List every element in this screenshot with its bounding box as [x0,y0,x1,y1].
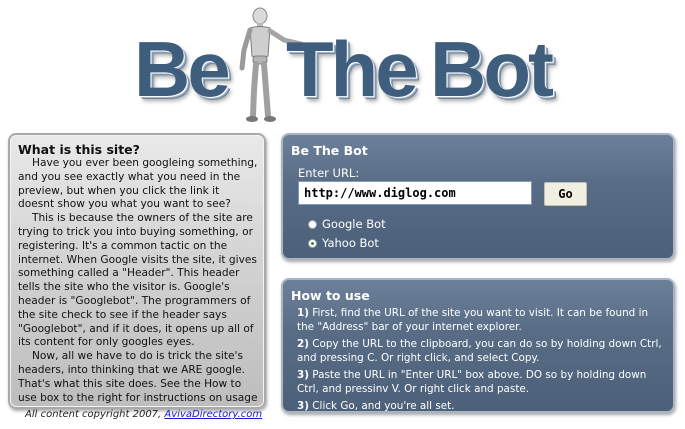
how-to-step: 1) First, find the URL of the site you w… [297,307,667,334]
about-paragraph: This is because the owners of the site a… [18,212,257,349]
copyright-footer: All content copyright 2007, AvivaDirecto… [25,409,262,420]
logo-word-the: The [286,25,419,113]
how-to-title: How to use [291,288,370,303]
about-title: What is this site? [18,142,140,157]
url-label: Enter URL: [298,166,360,180]
copyright-text: All content copyright 2007, [25,409,162,420]
how-to-step: 3) Click Go, and you're all set. [297,400,667,412]
how-to-step: 2) Copy the URL to the clipboard, you ca… [297,338,667,365]
site-logo: Be The Bot [130,6,560,124]
radio-label: Google Bot [322,217,386,231]
step-text: Paste the URL in "Enter URL" box above. … [297,369,647,395]
radio-selected-icon[interactable] [308,238,317,248]
bot-form-panel: Be The Bot Enter URL: Go Google Bot Yaho… [281,133,675,260]
step-number: 3) [297,369,309,381]
radio-yahoo-bot[interactable]: Yahoo Bot [308,236,379,250]
radio-unselected-icon[interactable] [308,219,317,229]
step-text: Click Go, and you're all set. [312,400,455,412]
copyright-link[interactable]: AvivaDirectory.com [164,409,262,420]
go-button[interactable]: Go [544,182,587,206]
how-to-steps: 1) First, find the URL of the site you w… [297,307,667,412]
step-text: Copy the URL to the clipboard, you can d… [297,338,662,364]
step-text: First, find the URL of the site you want… [297,307,649,333]
step-number: 1) [297,307,309,319]
form-title: Be The Bot [291,143,368,158]
about-panel: What is this site? Have you ever been go… [8,133,266,409]
step-number: 2) [297,338,309,350]
radio-google-bot[interactable]: Google Bot [308,217,386,231]
logo-word-be: Be [134,25,231,113]
how-to-step: 3) Paste the URL in "Enter URL" box abov… [297,369,667,396]
how-to-panel: How to use 1) First, find the URL of the… [281,278,675,413]
about-paragraph: Have you ever been googleing something, … [18,157,258,211]
about-paragraph: Now, all we have to do is trick the site… [18,350,258,404]
url-input[interactable] [298,181,532,205]
radio-label: Yahoo Bot [322,236,379,250]
step-number: 3) [297,400,309,412]
logo-word-bot: Bot [430,25,554,113]
